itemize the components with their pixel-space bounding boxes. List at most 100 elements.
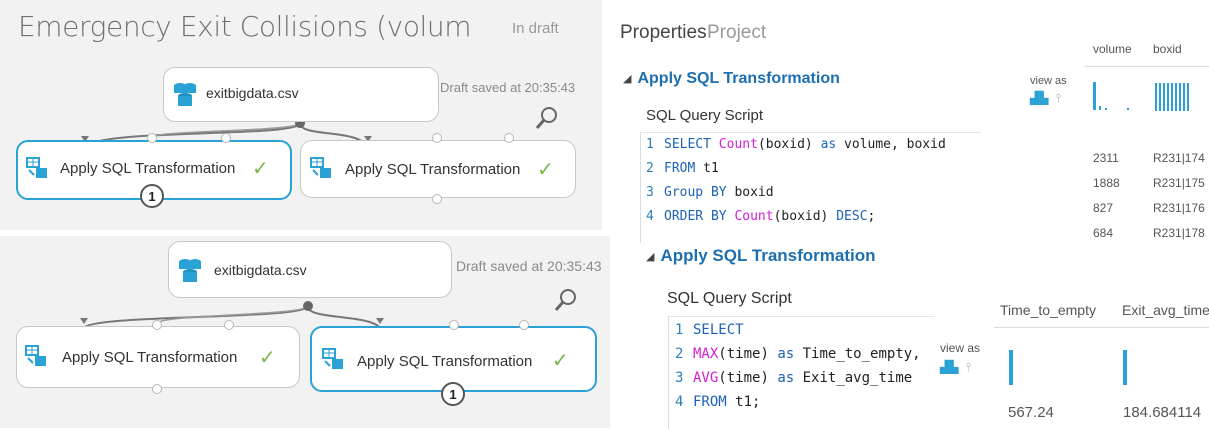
tab-properties[interactable]: Properties xyxy=(620,22,707,44)
sql-module-right[interactable]: Apply SQL Transformation ✓ xyxy=(300,140,576,198)
sql-transform-icon xyxy=(322,348,343,369)
view-as-label: view as xyxy=(1030,75,1067,87)
experiment-title[interactable]: Emergency Exit Collisions (volum xyxy=(18,10,472,43)
output-port-badge[interactable]: 1 xyxy=(441,382,465,406)
module-label: Apply SQL Transformation xyxy=(60,160,236,177)
column-header[interactable]: Exit_avg_time xyxy=(1122,302,1209,318)
sql-keyword: DESC xyxy=(836,209,868,224)
sql-keyword: as xyxy=(777,346,795,362)
experiment-canvas-bottom[interactable]: Draft saved at 20:35:43 exitbigdata.csv … xyxy=(0,236,610,428)
collapse-triangle-icon[interactable]: ◢ xyxy=(623,73,631,85)
success-check-icon: ✓ xyxy=(252,158,269,180)
view-as-label: view as xyxy=(940,341,981,355)
header-divider xyxy=(1085,66,1209,67)
sql-function: Count xyxy=(734,209,774,224)
table-cell: 827 xyxy=(1093,201,1114,215)
table-cell: 684 xyxy=(1093,226,1114,240)
tab-project[interactable]: Project xyxy=(707,22,766,44)
input-port[interactable] xyxy=(221,133,231,143)
sql-keyword: SELECT xyxy=(664,137,719,152)
sql-keyword: FROM xyxy=(693,394,736,410)
sql-text: volume, boxid xyxy=(836,137,946,152)
section-heading-2[interactable]: ◢ Apply SQL Transformation xyxy=(646,246,876,266)
code-line[interactable]: 4 FROM t1; xyxy=(675,390,935,414)
input-port[interactable] xyxy=(519,320,529,330)
histogram-icon[interactable]: ▟▙ xyxy=(940,360,958,374)
code-line[interactable]: 3 AVG(time) as Exit_avg_time xyxy=(675,366,935,390)
draft-status: In draft xyxy=(512,20,559,37)
table-cell: R231|176 xyxy=(1153,201,1205,215)
histogram-icon[interactable]: ▟▙ xyxy=(1030,91,1048,105)
table-cell: R231|174 xyxy=(1153,151,1205,165)
collapse-triangle-icon[interactable]: ◢ xyxy=(646,251,654,263)
module-label: Apply SQL Transformation xyxy=(345,161,521,178)
section-heading-1[interactable]: ◢ Apply SQL Transformation xyxy=(623,70,840,88)
input-port[interactable] xyxy=(432,133,442,143)
experiment-canvas-top[interactable]: Emergency Exit Collisions (volum In draf… xyxy=(0,0,602,230)
exit-avg-time-histogram xyxy=(1123,350,1127,385)
dataset-module[interactable]: exitbigdata.csv xyxy=(168,241,452,298)
input-port[interactable] xyxy=(504,133,514,143)
sql-code-editor-2[interactable]: 1 SELECT 2 MAX(time) as Time_to_empty, 3 AVG(… xyxy=(675,318,935,414)
input-port[interactable] xyxy=(224,320,234,330)
sql-transform-icon xyxy=(25,345,46,366)
sql-text: t1; xyxy=(735,394,761,410)
sql-code-editor-1[interactable]: 1 SELECT Count(boxid) as volume, boxid 2 FR… xyxy=(646,133,980,229)
boxplot-icon[interactable]: ⫯ xyxy=(1056,91,1061,105)
search-icon[interactable] xyxy=(535,106,559,130)
sql-text: t1 xyxy=(703,161,719,176)
sql-text: boxid xyxy=(734,185,774,200)
sql-function: Count xyxy=(718,137,758,152)
table-cell: R231|178 xyxy=(1153,226,1205,240)
column-header[interactable]: boxid xyxy=(1153,42,1182,56)
search-icon[interactable] xyxy=(554,288,578,312)
module-label: Apply SQL Transformation xyxy=(357,353,533,370)
code-line[interactable]: 1 SELECT Count(boxid) as volume, boxid xyxy=(646,133,980,157)
database-icon xyxy=(179,259,201,282)
output-port[interactable] xyxy=(152,384,162,394)
sql-text: ; xyxy=(867,209,876,224)
sql-text: (time) xyxy=(718,370,778,386)
dataset-module[interactable]: exitbigdata.csv xyxy=(163,67,439,122)
view-as-icons[interactable]: ▟▙ ⫯ xyxy=(940,360,971,375)
sql-keyword: as xyxy=(820,137,837,152)
draft-saved-label: Draft saved at 20:35:43 xyxy=(456,258,602,274)
line-number: 1 xyxy=(675,322,684,338)
sql-text: Exit_avg_time xyxy=(794,370,913,386)
boxplot-icon[interactable]: ⫯ xyxy=(966,360,971,374)
table-cell: 184.684114 xyxy=(1123,404,1202,421)
output-port-badge[interactable]: 1 xyxy=(140,184,164,208)
code-line[interactable]: 2 FROM t1 xyxy=(646,157,980,181)
column-header[interactable]: volume xyxy=(1093,42,1132,56)
section-title: Apply SQL Transformation xyxy=(660,246,876,265)
input-port[interactable] xyxy=(152,320,162,330)
success-check-icon: ✓ xyxy=(552,350,569,372)
code-line[interactable]: 4 ORDER BY Count(boxid) DESC; xyxy=(646,205,980,229)
line-number: 3 xyxy=(646,185,654,200)
sql-keyword: Group BY xyxy=(664,185,735,200)
boxid-histogram xyxy=(1155,83,1189,111)
sql-transform-icon xyxy=(310,157,331,178)
sql-keyword: as xyxy=(777,370,795,386)
success-check-icon: ✓ xyxy=(259,347,276,369)
table-cell: R231|175 xyxy=(1153,176,1205,190)
sql-transform-icon xyxy=(26,157,47,178)
column-header[interactable]: Time_to_empty xyxy=(1000,302,1096,318)
line-number: 1 xyxy=(646,137,654,152)
sql-script-label: SQL Query Script xyxy=(667,290,792,307)
line-number: 4 xyxy=(675,394,684,410)
code-line[interactable]: 2 MAX(time) as Time_to_empty, xyxy=(675,342,935,366)
input-port[interactable] xyxy=(449,320,459,330)
line-number: 3 xyxy=(675,370,684,386)
code-line[interactable]: 1 SELECT xyxy=(675,318,935,342)
output-port[interactable] xyxy=(432,194,442,204)
table-cell: 2311 xyxy=(1093,151,1119,165)
sql-module-left[interactable]: Apply SQL Transformation ✓ xyxy=(16,326,300,388)
dataset-label: exitbigdata.csv xyxy=(214,262,307,278)
code-line[interactable]: 3 Group BY boxid xyxy=(646,181,980,205)
sql-keyword: FROM xyxy=(664,161,704,176)
input-port[interactable] xyxy=(147,133,157,143)
sql-text: (boxid) xyxy=(757,137,821,152)
sql-script-label: SQL Query Script xyxy=(646,107,763,124)
view-as-icons[interactable]: ▟▙ ⫯ xyxy=(1030,91,1061,106)
